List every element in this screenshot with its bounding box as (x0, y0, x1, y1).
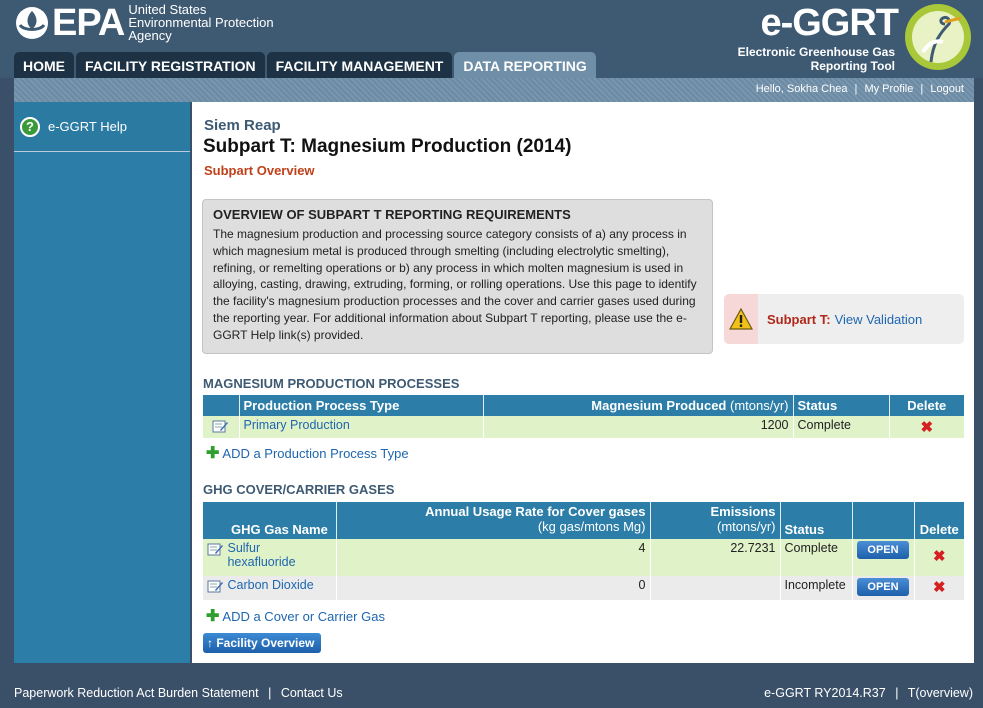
add-process-link[interactable]: ✚ ADD a Production Process Type (206, 444, 409, 462)
gas-name-cell: Sulfur hexafluoride (203, 539, 337, 576)
validation-panel: Subpart T: View Validation (724, 294, 964, 344)
usage-rate-cell: 0 (336, 576, 651, 600)
overview-panel: OVERVIEW OF SUBPART T REPORTING REQUIREM… (202, 199, 713, 354)
column-header-delete: Delete (914, 502, 964, 539)
user-greeting: Hello, Sokha Chea (755, 83, 848, 95)
paperwork-link[interactable]: Paperwork Reduction Act Burden Statement (14, 686, 259, 700)
logout-link[interactable]: Logout (930, 83, 964, 95)
gases-table: GHG Gas Name Annual Usage Rate for Cover… (203, 502, 964, 600)
sidebar: ? e-GGRT Help (14, 102, 190, 663)
eggrt-logo-subtitle: Electronic Greenhouse Gas Reporting Tool (737, 45, 895, 73)
warning-icon (729, 308, 753, 330)
edit-icon[interactable] (212, 419, 229, 433)
main-content: Siem Reap Subpart T: Magnesium Productio… (192, 102, 974, 663)
column-header-emissions: Emissions (mtons/yr) (650, 502, 781, 539)
separator: | (920, 83, 924, 95)
my-profile-link[interactable]: My Profile (864, 83, 913, 95)
help-icon: ? (20, 116, 40, 137)
process-type-cell: Primary Production (239, 416, 484, 438)
open-column-header (852, 502, 915, 539)
epa-flower-icon (16, 6, 48, 39)
add-gas-link[interactable]: ✚ ADD a Cover or Carrier Gas (206, 607, 385, 625)
gases-heading: GHG COVER/CARRIER GASES (203, 482, 395, 497)
main-nav-tabs: HOME FACILITY REGISTRATION FACILITY MANA… (14, 52, 596, 78)
view-validation-link[interactable]: View Validation (835, 312, 923, 327)
heron-logo-icon (905, 4, 971, 70)
column-header-gas-name: GHG Gas Name (203, 502, 337, 539)
page-code: T(overview) (907, 686, 973, 700)
process-type-link[interactable]: Primary Production (244, 418, 350, 432)
footer-right: e-GGRT RY2014.R37 | T(overview) (764, 686, 973, 700)
delete-cell: ✖ (914, 539, 964, 576)
epa-wordmark: EPA (52, 1, 125, 44)
sidebar-item-help[interactable]: ? e-GGRT Help (14, 102, 190, 152)
overview-text: The magnesium production and processing … (213, 227, 697, 342)
page-subtitle: Subpart Overview (204, 163, 315, 178)
tab-facility-registration[interactable]: FACILITY REGISTRATION (76, 52, 265, 78)
table-row: Primary Production 1200 Complete ✖ (203, 416, 964, 438)
delete-cell: ✖ (914, 576, 964, 600)
agency-name: United States Environmental Protection A… (128, 2, 274, 43)
status-cell: Complete (793, 416, 890, 438)
edit-icon[interactable] (207, 542, 224, 556)
validation-label: Subpart T: (767, 311, 831, 327)
table-row: Carbon Dioxide 0 Incomplete OPEN ✖ (203, 576, 964, 600)
status-cell: Complete (780, 539, 853, 576)
produced-cell: 1200 (483, 416, 794, 438)
edit-icon[interactable] (207, 579, 224, 593)
separator: | (268, 686, 272, 700)
gas-name-link[interactable]: Sulfur hexafluoride (227, 541, 317, 569)
status-cell: Incomplete (780, 576, 853, 600)
eggrt-logo-title: e-GGRT (760, 2, 899, 44)
column-header-usage-rate: Annual Usage Rate for Cover gases (kg gas… (336, 502, 651, 539)
arrow-up-icon: ↑ (207, 636, 213, 650)
footer-left: Paperwork Reduction Act Burden Statement… (14, 686, 343, 700)
open-button[interactable]: OPEN (857, 578, 909, 596)
sidebar-item-label: e-GGRT Help (48, 119, 127, 134)
tab-data-reporting[interactable]: DATA REPORTING (454, 52, 596, 78)
separator: | (854, 83, 858, 95)
column-header-magnesium-produced: Magnesium Produced (mtons/yr) (483, 395, 794, 416)
delete-icon[interactable]: ✖ (933, 579, 946, 596)
separator: | (895, 686, 899, 700)
gas-name-cell: Carbon Dioxide (203, 576, 337, 600)
contact-us-link[interactable]: Contact Us (281, 686, 343, 700)
emissions-cell (650, 576, 781, 600)
open-cell: OPEN (852, 539, 915, 576)
epa-logo[interactable]: EPA United States Environmental Protecti… (14, 3, 274, 42)
column-header-delete: Delete (889, 395, 964, 416)
plus-icon: ✚ (206, 607, 220, 625)
emissions-cell: 22.7231 (650, 539, 781, 576)
page-title: Subpart T: Magnesium Production (2014) (203, 136, 572, 157)
delete-cell: ✖ (889, 416, 964, 438)
processes-heading: MAGNESIUM PRODUCTION PROCESSES (203, 376, 460, 391)
gas-name-link[interactable]: Carbon Dioxide (227, 578, 313, 592)
edit-column-header (203, 395, 240, 416)
column-header-status: Status (793, 395, 890, 416)
delete-icon[interactable]: ✖ (933, 548, 946, 565)
delete-icon[interactable]: ✖ (920, 419, 933, 436)
footer: Paperwork Reduction Act Burden Statement… (0, 676, 983, 708)
user-bar: Hello, Sokha Chea | My Profile | Logout (14, 78, 974, 102)
column-header-status: Status (780, 502, 853, 539)
edit-cell (203, 416, 240, 438)
site-header: EPA United States Environmental Protecti… (0, 0, 983, 78)
usage-rate-cell: 4 (336, 539, 651, 576)
facility-overview-button[interactable]: ↑ Facility Overview (203, 633, 321, 653)
plus-icon: ✚ (206, 444, 220, 462)
open-button[interactable]: OPEN (857, 541, 909, 559)
open-cell: OPEN (852, 576, 915, 600)
processes-table: Production Process Type Magnesium Produc… (203, 395, 964, 438)
facility-name: Siem Reap (204, 117, 281, 134)
column-header-process-type: Production Process Type (239, 395, 484, 416)
warning-cell (724, 294, 758, 344)
table-row: Sulfur hexafluoride 4 22.7231 Complete O… (203, 539, 964, 576)
tab-home[interactable]: HOME (14, 52, 74, 78)
tab-facility-management[interactable]: FACILITY MANAGEMENT (266, 52, 453, 78)
overview-heading: OVERVIEW OF SUBPART T REPORTING REQUIREM… (213, 207, 571, 222)
version-text: e-GGRT RY2014.R37 (764, 686, 886, 700)
